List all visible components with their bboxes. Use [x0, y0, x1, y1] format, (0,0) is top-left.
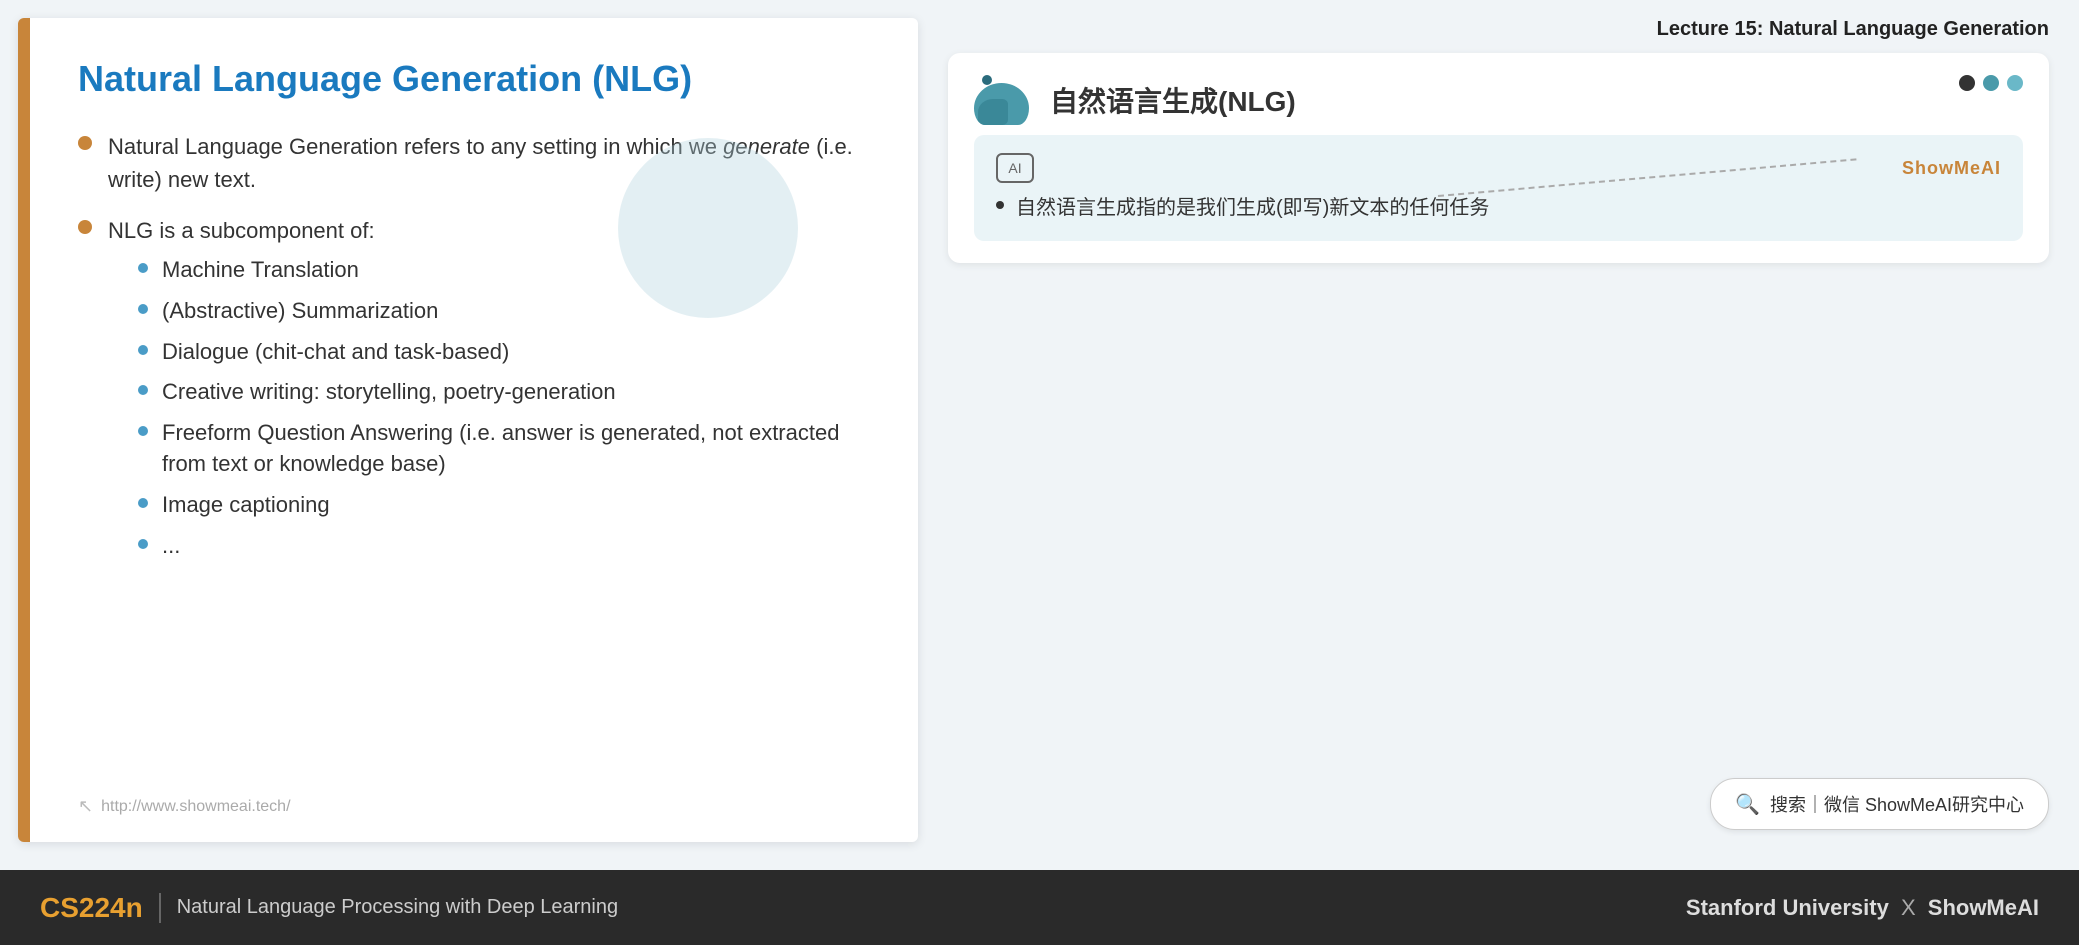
bottom-left: CS224n Natural Language Processing with …: [40, 892, 618, 924]
sub-dot-5: [138, 426, 148, 436]
sub-dot-6: [138, 498, 148, 508]
bottom-right: Stanford University X ShowMeAI: [1686, 895, 2039, 921]
brand-name: ShowMeAI: [1928, 895, 2039, 920]
icon-dot: [982, 75, 992, 85]
lecture-title: Lecture 15: Natural Language Generation: [948, 0, 2049, 53]
right-panel: Lecture 15: Natural Language Generation …: [918, 0, 2079, 860]
sub-bullet-text-1: Machine Translation: [162, 255, 359, 286]
nav-dot-3: [2007, 75, 2023, 91]
bar-separator: [159, 893, 161, 923]
nlg-chinese-title: 自然语言生成(NLG): [1050, 80, 1296, 120]
sub-bullet-text-5: Freeform Question Answering (i.e. answer…: [162, 418, 868, 480]
bullet-dot-2: [78, 220, 92, 234]
icon-wave-inner: [978, 99, 1008, 125]
icon-wave: [974, 83, 1029, 125]
sub-dot-4: [138, 385, 148, 395]
sub-bullet-text-2: (Abstractive) Summarization: [162, 296, 438, 327]
translation-header: AI ShowMeAI: [996, 153, 2001, 183]
slide-panel: Natural Language Generation (NLG) Natura…: [18, 18, 918, 842]
ai-icon: AI: [996, 153, 1034, 183]
nav-dot-2: [1983, 75, 1999, 91]
search-bar[interactable]: 🔍 搜索｜微信 ShowMeAI研究中心: [1710, 778, 2049, 830]
sub-bullet-text-3: Dialogue (chit-chat and task-based): [162, 337, 509, 368]
url-text: http://www.showmeai.tech/: [101, 798, 290, 816]
sub-bullet-7: ...: [138, 531, 868, 562]
slide-title: Natural Language Generation (NLG): [78, 58, 868, 100]
translation-box: AI ShowMeAI 自然语言生成指的是我们生成(即写)新文本的任何任务: [974, 135, 2023, 241]
nav-dot-1: [1959, 75, 1975, 91]
translation-text: 自然语言生成指的是我们生成(即写)新文本的任何任务: [1016, 193, 1489, 223]
nlg-card-header: 自然语言生成(NLG): [974, 75, 2023, 125]
sub-dot-7: [138, 539, 148, 549]
search-text: 搜索｜微信 ShowMeAI研究中心: [1770, 791, 2024, 817]
sub-dot-3: [138, 345, 148, 355]
sub-bullet-text-6: Image captioning: [162, 490, 330, 521]
sub-bullet-3: Dialogue (chit-chat and task-based): [138, 337, 868, 368]
search-icon: 🔍: [1735, 792, 1760, 817]
sub-bullet-text-7: ...: [162, 531, 180, 562]
cursor-icon: ↖: [78, 796, 93, 817]
sub-bullet-5: Freeform Question Answering (i.e. answer…: [138, 418, 868, 480]
slide-url: ↖ http://www.showmeai.tech/: [78, 796, 291, 817]
sub-bullet-6: Image captioning: [138, 490, 868, 521]
showmeai-label: ShowMeAI: [1902, 158, 2001, 179]
sub-dot-1: [138, 263, 148, 273]
sub-bullet-4: Creative writing: storytelling, poetry-g…: [138, 377, 868, 408]
nav-dots: [1959, 75, 2023, 91]
course-code: CS224n: [40, 892, 143, 924]
course-name: Natural Language Processing with Deep Le…: [177, 896, 618, 919]
university-name: Stanford University: [1686, 895, 1889, 920]
sub-bullet-text-4: Creative writing: storytelling, poetry-g…: [162, 377, 616, 408]
x-label: X: [1901, 895, 1916, 920]
nlg-icon: [974, 75, 1034, 125]
trans-dot: [996, 201, 1004, 209]
sub-dot-2: [138, 304, 148, 314]
translation-bullet: 自然语言生成指的是我们生成(即写)新文本的任何任务: [996, 193, 2001, 223]
bullet-dot-1: [78, 136, 92, 150]
bottom-bar: CS224n Natural Language Processing with …: [0, 870, 2079, 945]
circle-decoration: [618, 138, 798, 318]
nlg-card: 自然语言生成(NLG) AI ShowMeAI 自然语言生成指的是我们生成(即写…: [948, 53, 2049, 263]
